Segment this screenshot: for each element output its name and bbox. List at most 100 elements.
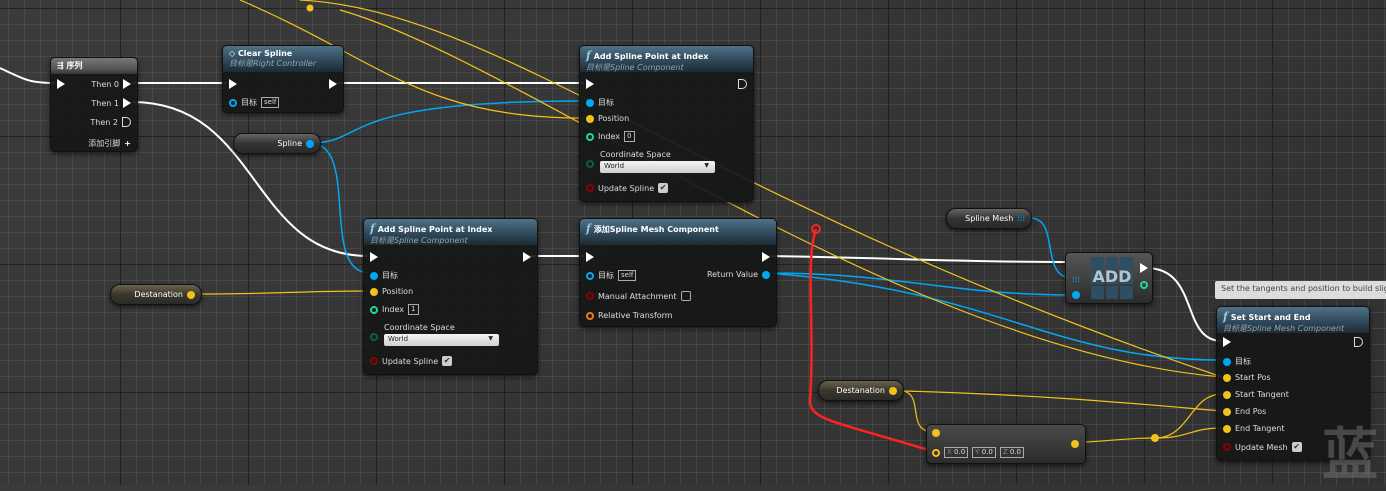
destanation-getter[interactable]: Destanation xyxy=(818,380,904,401)
event-icon: ◇ xyxy=(229,49,238,58)
manual-attachment-checkbox[interactable] xyxy=(680,291,691,301)
exec-out-pin[interactable] xyxy=(1140,263,1148,273)
add-spline-point-node[interactable]: f Add Spline Point at Index 目标是Spline Comp… xyxy=(363,218,538,375)
blueprint-watermark: 蓝 xyxy=(1322,423,1378,488)
x-input[interactable]: X 0.0 xyxy=(944,447,969,458)
return-value-pin[interactable] xyxy=(762,270,770,279)
pin-label: Update Spline xyxy=(598,183,655,193)
output-pin[interactable] xyxy=(1071,440,1079,448)
item-pin[interactable] xyxy=(1072,291,1080,299)
tooltip: Set the tangents and position to build s… xyxy=(1215,281,1386,299)
spline-mesh-getter[interactable]: Spline Mesh ⁞⁞⁞ xyxy=(946,208,1032,229)
coordinate-space-pin[interactable] xyxy=(370,333,378,341)
pin-label: Relative Transform xyxy=(598,311,673,320)
exec-out-pin[interactable] xyxy=(523,252,531,262)
exec-out-pin[interactable] xyxy=(123,98,131,108)
pin-label: Position xyxy=(382,287,414,296)
target-pin[interactable] xyxy=(1223,357,1231,366)
position-pin[interactable] xyxy=(586,114,594,123)
exec-in-pin[interactable] xyxy=(229,79,237,89)
add-pin-button[interactable]: 添加引脚 + xyxy=(88,138,131,149)
function-icon: f xyxy=(586,222,591,235)
output-pin[interactable] xyxy=(187,290,195,299)
node-title: 添加Spline Mesh Component xyxy=(593,225,719,234)
relative-transform-pin[interactable] xyxy=(586,311,594,320)
exec-out-pin[interactable] xyxy=(762,252,770,262)
z-input[interactable]: Z 0.0 xyxy=(999,447,1024,458)
sequence-node[interactable]: ⇶ 序列 Then 0 Then 1 Then 2 添加引脚 + xyxy=(50,57,138,152)
update-spline-pin[interactable] xyxy=(370,357,378,365)
pin-label: Start Tangent xyxy=(1235,390,1289,399)
wire-vector xyxy=(902,390,1223,412)
coordinate-space-pin[interactable] xyxy=(586,160,594,168)
add-spline-mesh-node[interactable]: f 添加Spline Mesh Component 目标 self Return V… xyxy=(579,218,777,327)
y-input[interactable]: Y 0.0 xyxy=(972,447,996,458)
array-icon[interactable]: ⁞⁞⁞ xyxy=(1017,214,1025,223)
pin-label: Then 1 xyxy=(91,98,119,108)
index-input[interactable]: 1 xyxy=(408,304,419,315)
function-icon: f xyxy=(586,49,591,62)
add-spline-point-node[interactable]: f Add Spline Point at Index 目标是Spline Comp… xyxy=(579,45,754,202)
exec-in-pin[interactable] xyxy=(57,79,65,89)
index-input[interactable]: 0 xyxy=(624,131,635,142)
exec-out-pin[interactable] xyxy=(329,79,337,89)
pin-label: Start Pos xyxy=(1235,373,1271,382)
pin-label: End Tangent xyxy=(1235,424,1285,433)
update-spline-checkbox[interactable]: ✔ xyxy=(658,183,669,193)
coordinate-space-dropdown[interactable]: World xyxy=(384,334,499,346)
end-tangent-pin[interactable] xyxy=(1223,424,1231,433)
pin-label: Coordinate Space xyxy=(600,150,671,159)
position-pin[interactable] xyxy=(370,287,378,296)
x-value: 0.0 xyxy=(954,448,966,456)
exec-in-pin[interactable] xyxy=(1223,337,1231,347)
exec-out-pin[interactable] xyxy=(738,79,747,89)
array-pin[interactable]: ⁞⁞⁞ xyxy=(1072,275,1080,284)
wire-object xyxy=(765,272,1223,361)
spline-getter[interactable]: Spline xyxy=(233,133,321,154)
wire-vector xyxy=(199,290,369,295)
exec-out-pin[interactable] xyxy=(123,79,131,89)
exec-in-pin[interactable] xyxy=(586,252,594,262)
wire-object xyxy=(309,142,369,274)
update-spline-pin[interactable] xyxy=(586,184,594,192)
getter-label: Destanation xyxy=(134,290,183,299)
target-pin[interactable] xyxy=(586,98,594,107)
z-value: 0.0 xyxy=(1009,448,1021,456)
output-pin[interactable] xyxy=(889,386,897,395)
vector-add-node[interactable]: X 0.0 Y 0.0 Z 0.0 xyxy=(926,424,1086,464)
clear-spline-node[interactable]: ◇ Clear Spline 目标是Right Controller 目标 self xyxy=(222,45,344,113)
target-pin[interactable] xyxy=(370,271,378,280)
start-pos-pin[interactable] xyxy=(1223,373,1231,382)
update-mesh-checkbox[interactable]: ✔ xyxy=(1291,442,1302,452)
index-out-pin[interactable] xyxy=(1140,281,1148,289)
pin-label: Update Mesh xyxy=(1235,442,1288,452)
destanation-getter[interactable]: Destanation xyxy=(110,284,202,305)
update-spline-checkbox[interactable]: ✔ xyxy=(442,356,453,366)
exec-in-pin[interactable] xyxy=(586,79,594,89)
target-value[interactable]: self xyxy=(618,270,637,281)
node-title: Add Spline Point at Index xyxy=(593,52,709,61)
exec-in-pin[interactable] xyxy=(370,252,378,262)
exec-out-pin[interactable] xyxy=(122,117,131,127)
node-title: Add Spline Point at Index xyxy=(377,225,493,234)
pin-label: Index xyxy=(382,305,405,314)
target-pin[interactable] xyxy=(586,271,594,280)
output-pin[interactable] xyxy=(306,139,314,148)
vector-b-pin[interactable] xyxy=(932,448,940,457)
index-pin[interactable] xyxy=(586,132,594,141)
wire-object xyxy=(765,272,1074,296)
target-value[interactable]: self xyxy=(261,97,280,108)
start-tangent-pin[interactable] xyxy=(1223,390,1231,399)
target-pin[interactable] xyxy=(229,98,237,107)
node-title: 序列 xyxy=(66,61,83,70)
manual-attachment-pin[interactable] xyxy=(586,292,594,300)
update-mesh-pin[interactable] xyxy=(1223,443,1231,451)
array-add-node[interactable]: ADD ⁞⁞⁞ xyxy=(1065,252,1153,304)
vector-a-pin[interactable] xyxy=(932,429,940,437)
coordinate-space-dropdown[interactable]: World xyxy=(600,161,715,173)
index-pin[interactable] xyxy=(370,305,378,314)
node-subtitle: 目标是Spline Component xyxy=(586,63,684,72)
end-pos-pin[interactable] xyxy=(1223,407,1231,416)
pin-label: Coordinate Space xyxy=(384,323,455,332)
exec-out-pin[interactable] xyxy=(1354,337,1363,347)
